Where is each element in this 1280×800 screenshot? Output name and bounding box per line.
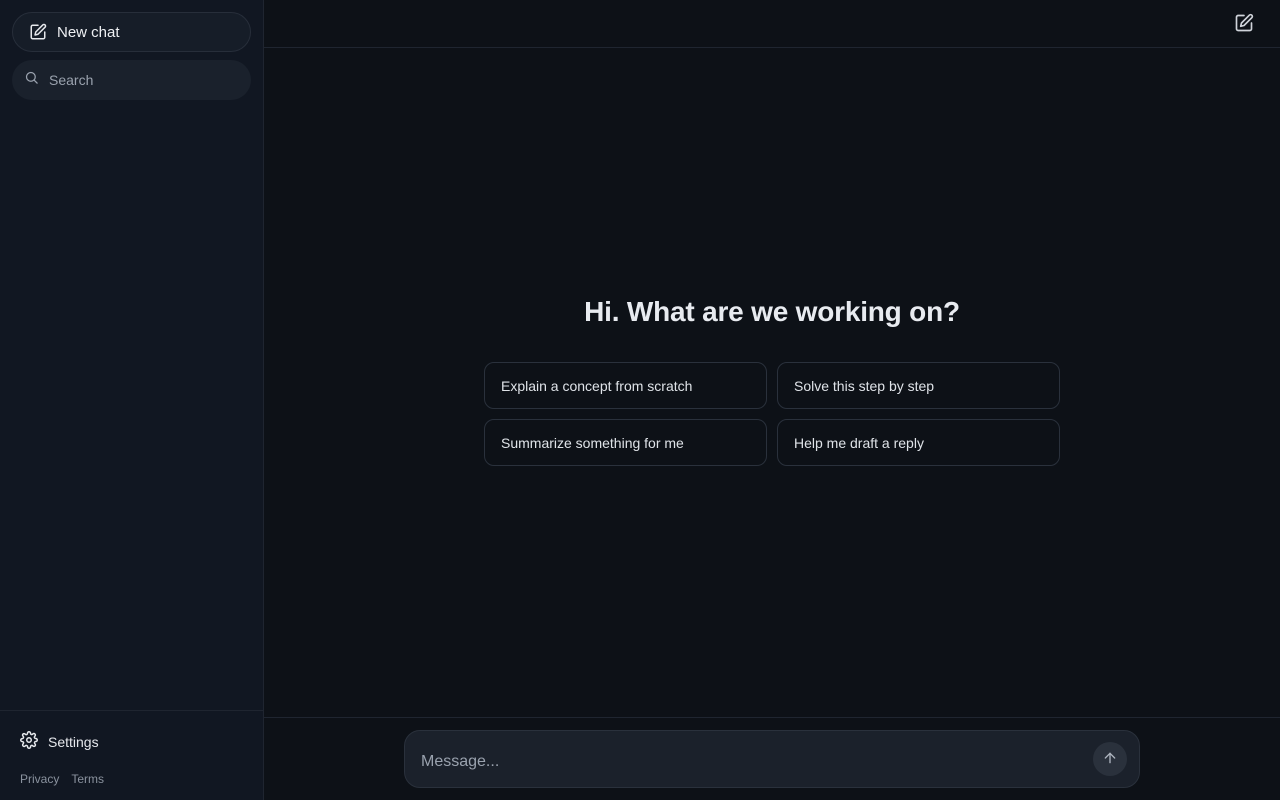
search-box (12, 60, 251, 100)
settings-label: Settings (48, 733, 99, 750)
legal-links: Privacy Terms (20, 772, 243, 786)
top-bar (264, 0, 1280, 48)
message-composer (404, 730, 1140, 788)
send-button[interactable] (1093, 742, 1127, 776)
new-chat-label: New chat (57, 23, 120, 41)
compose-icon (29, 23, 47, 41)
settings-button[interactable]: Settings (20, 731, 243, 752)
greeting-heading: Hi. What are we working on? (584, 296, 960, 327)
suggestion-summarize[interactable]: Summarize something for me (484, 419, 767, 466)
arrow-up-icon (1102, 750, 1118, 769)
sidebar-footer: Settings Privacy Terms (0, 710, 263, 800)
privacy-link[interactable]: Privacy (20, 772, 59, 786)
app-root: New chat Set (0, 0, 1280, 800)
search-input[interactable] (49, 72, 239, 88)
compose-icon (1234, 13, 1254, 37)
suggestion-grid: Explain a concept from scratch Solve thi… (484, 362, 1060, 466)
main-panel: Hi. What are we working on? Explain a co… (264, 0, 1280, 800)
composer-area (264, 717, 1280, 800)
suggestion-draft-reply[interactable]: Help me draft a reply (777, 419, 1060, 466)
search-icon (24, 70, 39, 90)
new-chat-compose-button[interactable] (1234, 13, 1256, 35)
gear-icon (20, 731, 38, 752)
message-input[interactable] (421, 747, 1093, 771)
suggestion-explain-concept[interactable]: Explain a concept from scratch (484, 362, 767, 409)
new-chat-button[interactable]: New chat (12, 12, 251, 52)
suggestion-solve-step-by-step[interactable]: Solve this step by step (777, 362, 1060, 409)
sidebar-top: New chat (0, 0, 263, 100)
welcome-section: Hi. What are we working on? Explain a co… (264, 296, 1280, 466)
terms-link[interactable]: Terms (71, 772, 104, 786)
sidebar: New chat Set (0, 0, 264, 800)
